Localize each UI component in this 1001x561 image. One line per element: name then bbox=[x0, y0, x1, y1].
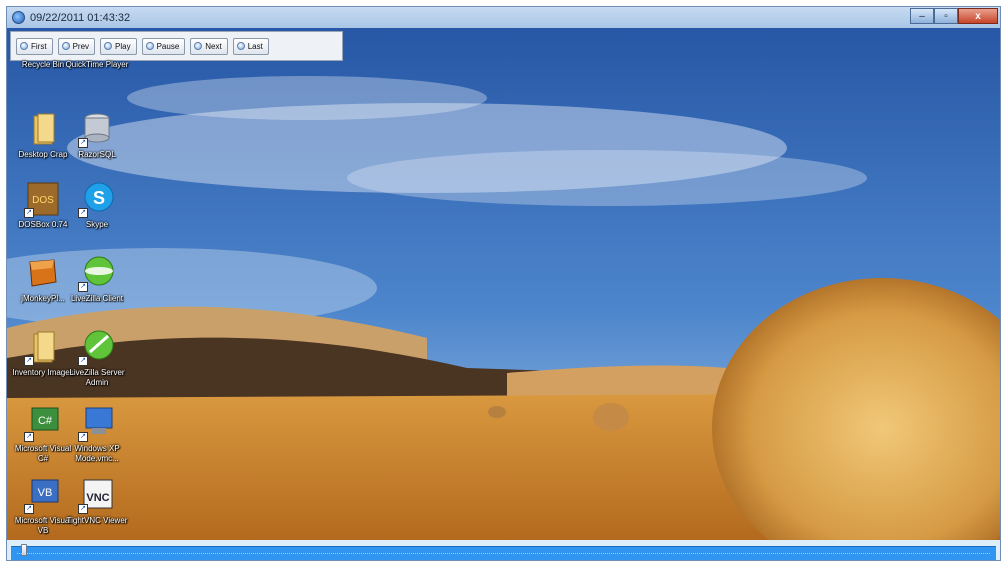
first-icon bbox=[20, 42, 28, 50]
desktop-icon-tightvnc[interactable]: VNC ↗ TightVNC Viewer bbox=[65, 476, 129, 526]
visual-csharp-icon: C# ↗ bbox=[24, 404, 62, 442]
desktop-icon-skype[interactable]: S ↗ Skype bbox=[65, 180, 129, 230]
desktop-icon-xp-mode[interactable]: ↗ Windows XP Mode.vmc... bbox=[65, 404, 129, 464]
next-label: Next bbox=[205, 41, 222, 51]
dosbox-icon: DOS ↗ bbox=[24, 180, 62, 218]
pause-button[interactable]: Pause bbox=[141, 37, 186, 55]
icon-label: QuickTime Player bbox=[65, 60, 129, 69]
last-button[interactable]: Last bbox=[232, 37, 269, 55]
tightvnc-icon: VNC ↗ bbox=[78, 476, 116, 514]
svg-text:S: S bbox=[93, 188, 105, 208]
recycle-bin-icon bbox=[24, 50, 62, 58]
shortcut-arrow-icon: ↗ bbox=[78, 432, 88, 442]
shortcut-arrow-icon: ↗ bbox=[24, 432, 34, 442]
close-button[interactable]: x bbox=[958, 8, 998, 24]
shortcut-arrow-icon: ↗ bbox=[24, 356, 34, 366]
app-icon bbox=[12, 11, 25, 24]
shortcut-arrow-icon: ↗ bbox=[78, 356, 88, 366]
desktop-icon-livezilla-client[interactable]: ↗ LiveZilla Client bbox=[65, 254, 129, 304]
play-icon bbox=[104, 42, 113, 50]
visual-vb-icon: VB ↗ bbox=[24, 476, 62, 514]
last-label: Last bbox=[247, 41, 263, 51]
folder-icon bbox=[24, 110, 62, 148]
svg-text:VNC: VNC bbox=[86, 492, 109, 504]
shortcut-arrow-icon: ↗ bbox=[24, 208, 34, 218]
window-title: 09/22/2011 01:43:32 bbox=[30, 11, 131, 24]
wallpaper-scene bbox=[7, 28, 1000, 540]
shortcut-arrow-icon: ↗ bbox=[24, 504, 34, 514]
timeline-track[interactable] bbox=[11, 544, 996, 560]
icon-label: RazorSQL bbox=[78, 150, 116, 159]
livezilla-admin-icon: ↗ bbox=[78, 328, 116, 366]
icon-label: LiveZilla Server Admin bbox=[69, 368, 125, 387]
svg-text:DOS: DOS bbox=[32, 195, 54, 206]
timeline-slider-thumb[interactable] bbox=[21, 544, 27, 556]
folder-icon: ↗ bbox=[24, 328, 62, 366]
desktop-icon-livezilla-admin[interactable]: ↗ LiveZilla Server Admin bbox=[65, 328, 129, 388]
database-icon: ↗ bbox=[78, 110, 116, 148]
desktop-icon-razorsql[interactable]: ↗ RazorSQL bbox=[65, 110, 129, 160]
jmonkey-icon bbox=[24, 254, 62, 292]
pause-icon bbox=[145, 42, 154, 50]
livezilla-icon: ↗ bbox=[78, 254, 116, 292]
icon-label: Skype bbox=[85, 220, 109, 229]
minimize-button[interactable]: – bbox=[910, 8, 934, 24]
pause-label: Pause bbox=[156, 41, 180, 51]
prev-icon bbox=[61, 42, 70, 50]
next-button[interactable]: Next bbox=[190, 37, 228, 55]
icon-label: LiveZilla Client bbox=[70, 294, 124, 303]
replay-window: 09/22/2011 01:43:32 – ▫ x First Prev Pla… bbox=[6, 6, 1001, 561]
playback-timeline bbox=[7, 540, 1000, 560]
desktop-wallpaper: First Prev Play Pause Next Last Recycle … bbox=[7, 28, 1000, 540]
svg-text:VB: VB bbox=[38, 487, 53, 499]
shortcut-arrow-icon: ↗ bbox=[78, 138, 88, 148]
title-bar[interactable]: 09/22/2011 01:43:32 – ▫ x bbox=[7, 7, 1000, 28]
quicktime-icon bbox=[78, 50, 116, 58]
icon-label: TightVNC Viewer bbox=[66, 516, 128, 525]
svg-text:C#: C# bbox=[38, 415, 53, 427]
window-controls: – ▫ x bbox=[910, 8, 998, 24]
shortcut-arrow-icon: ↗ bbox=[78, 282, 88, 292]
last-icon bbox=[236, 42, 245, 50]
maximize-button[interactable]: ▫ bbox=[934, 8, 958, 24]
desktop-icon-quicktime[interactable]: QuickTime Player bbox=[65, 50, 129, 70]
next-icon bbox=[194, 42, 203, 50]
xp-mode-icon: ↗ bbox=[78, 404, 116, 442]
shortcut-arrow-icon: ↗ bbox=[78, 208, 88, 218]
shortcut-arrow-icon: ↗ bbox=[78, 504, 88, 514]
icon-label: Windows XP Mode.vmc... bbox=[74, 444, 120, 463]
skype-icon: S ↗ bbox=[78, 180, 116, 218]
